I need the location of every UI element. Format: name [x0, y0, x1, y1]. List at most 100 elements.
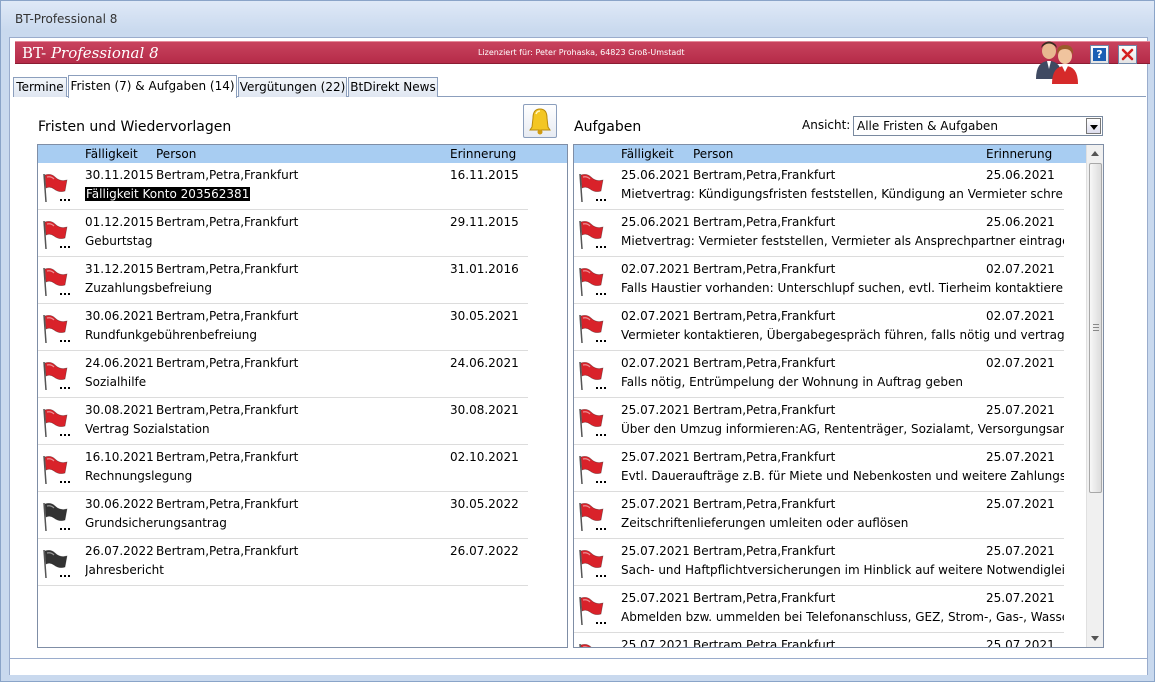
- aufgaben-title: Aufgaben: [574, 119, 642, 135]
- list-item[interactable]: 16.10.2021 Bertram,Petra,Frankfurt 02.10.2…: [38, 445, 528, 492]
- description: Mietvertrag: Vermieter feststellen, Verm…: [621, 234, 1064, 248]
- app-banner: BT- Professional 8 Lizenziert für: Peter…: [15, 41, 1150, 84]
- person-name: Bertram,Petra,Frankfurt: [156, 215, 299, 229]
- reminder-date: 25.06.2021: [986, 168, 1055, 182]
- description: Rechnungslegung: [85, 469, 193, 483]
- list-item[interactable]: 02.07.2021 Bertram,Petra,Frankfurt 02.07.2…: [574, 304, 1064, 351]
- tab-fristen-aufgaben[interactable]: Fristen (7) & Aufgaben (14): [68, 75, 237, 98]
- scrollbar[interactable]: [1086, 145, 1103, 647]
- col-person[interactable]: Person: [693, 147, 733, 161]
- flag-icon: [577, 218, 609, 252]
- flag-icon: [577, 265, 609, 299]
- aufgaben-list-header: Fälligkeit Person Erinnerung: [574, 145, 1086, 163]
- aufgaben-list[interactable]: Fälligkeit Person Erinnerung 25.06.2021 B…: [573, 144, 1104, 648]
- due-date: 02.07.2021: [621, 262, 690, 276]
- reminder-date: 30.05.2021: [450, 309, 519, 323]
- list-item[interactable]: 30.08.2021 Bertram,Petra,Frankfurt 30.08.2…: [38, 398, 528, 445]
- reminder-date: 16.11.2015: [450, 168, 519, 182]
- description: Falls nötig, Entrümpelung der Wohnung in…: [621, 375, 963, 389]
- list-item[interactable]: 30.06.2021 Bertram,Petra,Frankfurt 30.05.2…: [38, 304, 528, 351]
- brand-prefix: BT-: [22, 44, 47, 62]
- description: Vermieter kontaktieren, Übergabegespräch…: [621, 328, 1064, 342]
- flag-icon: [41, 500, 73, 534]
- reminder-date: 29.11.2015: [450, 215, 519, 229]
- reminder-date: 26.07.2022: [450, 544, 519, 558]
- list-item[interactable]: 25.07.2021 Bertram,Petra,Frankfurt 25.07.2…: [574, 492, 1064, 539]
- reminder-date: 24.06.2021: [450, 356, 519, 370]
- person-name: Bertram,Petra,Frankfurt: [156, 497, 299, 511]
- reminder-date: 31.01.2016: [450, 262, 519, 276]
- flag-icon: [577, 547, 609, 581]
- list-item[interactable]: 31.12.2015 Bertram,Petra,Frankfurt 31.01.2…: [38, 257, 528, 304]
- person-name: Bertram,Petra,Frankfurt: [156, 356, 299, 370]
- reminder-date: 02.07.2021: [986, 262, 1055, 276]
- list-item[interactable]: 24.06.2021 Bertram,Petra,Frankfurt 24.06.2…: [38, 351, 528, 398]
- scroll-thumb[interactable]: [1089, 163, 1102, 493]
- chevron-down-icon[interactable]: [1086, 118, 1101, 134]
- list-item[interactable]: 02.07.2021 Bertram,Petra,Frankfurt 02.07.2…: [574, 257, 1064, 304]
- close-button[interactable]: [1118, 45, 1137, 64]
- scroll-down-button[interactable]: [1087, 630, 1103, 647]
- scroll-up-button[interactable]: [1087, 145, 1103, 162]
- list-item[interactable]: 01.12.2015 Bertram,Petra,Frankfurt 29.11.2…: [38, 210, 528, 257]
- person-name: Bertram,Petra,Frankfurt: [156, 403, 299, 417]
- reminder-date: 25.07.2021: [986, 638, 1055, 648]
- col-person[interactable]: Person: [156, 147, 196, 161]
- col-due[interactable]: Fälligkeit: [621, 147, 674, 161]
- description: Grundsicherungsantrag: [85, 516, 227, 530]
- person-name: Bertram,Petra,Frankfurt: [693, 403, 836, 417]
- title-bar[interactable]: BT-Professional 8: [1, 1, 1154, 37]
- list-item[interactable]: 25.07.2021 Bertram,Petra,Frankfurt 25.07.2…: [574, 633, 1064, 648]
- col-due[interactable]: Fälligkeit: [85, 147, 138, 161]
- due-date: 30.06.2022: [85, 497, 154, 511]
- help-button[interactable]: ?: [1090, 45, 1109, 64]
- description: Sozialhilfe: [85, 375, 147, 389]
- bell-button[interactable]: [523, 104, 557, 138]
- flag-icon: [577, 171, 609, 205]
- reminder-date: 30.08.2021: [450, 403, 519, 417]
- due-date: 25.07.2021: [621, 450, 690, 464]
- description: Vertrag Sozialstation: [85, 422, 210, 436]
- due-date: 25.07.2021: [621, 591, 690, 605]
- brand-name: Professional 8: [50, 44, 159, 62]
- list-item[interactable]: 02.07.2021 Bertram,Petra,Frankfurt 02.07.2…: [574, 351, 1064, 398]
- list-item[interactable]: 25.07.2021 Bertram,Petra,Frankfurt 25.07.2…: [574, 586, 1064, 633]
- description: Rundfunkgebührenbefreiung: [85, 328, 257, 342]
- brand-logo: BT- Professional 8: [22, 44, 159, 62]
- view-label: Ansicht:: [802, 118, 851, 132]
- list-item[interactable]: 25.06.2021 Bertram,Petra,Frankfurt 25.06.2…: [574, 163, 1064, 210]
- list-item[interactable]: 25.07.2021 Bertram,Petra,Frankfurt 25.07.2…: [574, 445, 1064, 492]
- fristen-list[interactable]: Fälligkeit Person Erinnerung 30.11.2015 B…: [37, 144, 568, 648]
- tab-bar: Termine Fristen (7) & Aufgaben (14) Verg…: [13, 75, 1146, 98]
- description: Sach- und Haftpflichtversicherungen im H…: [621, 563, 1064, 577]
- col-reminder[interactable]: Erinnerung: [986, 147, 1052, 161]
- license-text: Lizenziert für: Peter Prohaska, 64823 Gr…: [478, 48, 685, 57]
- list-item[interactable]: 26.07.2022 Bertram,Petra,Frankfurt 26.07.2…: [38, 539, 528, 586]
- due-date: 30.06.2021: [85, 309, 154, 323]
- list-item[interactable]: 25.06.2021 Bertram,Petra,Frankfurt 25.06.2…: [574, 210, 1064, 257]
- due-date: 25.06.2021: [621, 215, 690, 229]
- flag-icon: [41, 406, 73, 440]
- status-bar: [10, 658, 1147, 675]
- list-item[interactable]: 30.11.2015 Bertram,Petra,Frankfurt 16.11.2…: [38, 163, 528, 210]
- view-select-value: Alle Fristen & Aufgaben: [857, 119, 998, 133]
- reminder-date: 25.07.2021: [986, 544, 1055, 558]
- view-select[interactable]: Alle Fristen & Aufgaben: [853, 116, 1103, 136]
- tab-verguetungen[interactable]: Vergütungen (22): [238, 77, 347, 97]
- due-date: 30.08.2021: [85, 403, 154, 417]
- person-name: Bertram,Petra,Frankfurt: [693, 356, 836, 370]
- person-name: Bertram,Petra,Frankfurt: [693, 544, 836, 558]
- person-name: Bertram,Petra,Frankfurt: [156, 168, 299, 182]
- description: Zuzahlungsbefreiung: [85, 281, 212, 295]
- list-item[interactable]: 25.07.2021 Bertram,Petra,Frankfurt 25.07.2…: [574, 539, 1064, 586]
- tab-btdirekt-news[interactable]: BtDirekt News: [348, 77, 438, 97]
- list-item[interactable]: 25.07.2021 Bertram,Petra,Frankfurt 25.07.2…: [574, 398, 1064, 445]
- tab-termine[interactable]: Termine: [13, 77, 67, 97]
- person-name: Bertram,Petra,Frankfurt: [156, 262, 299, 276]
- list-item[interactable]: 30.06.2022 Bertram,Petra,Frankfurt 30.05.2…: [38, 492, 528, 539]
- description: Abmelden bzw. ummelden bei Telefonanschl…: [621, 610, 1064, 624]
- flag-icon: [577, 641, 609, 647]
- flag-icon: [41, 218, 73, 252]
- col-reminder[interactable]: Erinnerung: [450, 147, 516, 161]
- description: Evtl. Daueraufträge z.B. für Miete und N…: [621, 469, 1064, 483]
